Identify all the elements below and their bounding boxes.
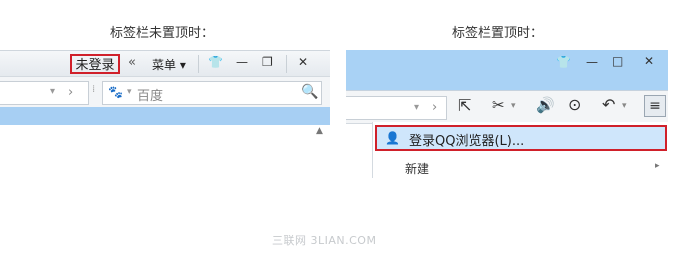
search-placeholder: 百度 — [137, 89, 164, 104]
submenu-arrow-icon: ▸ — [655, 161, 660, 171]
user-icon: 👤 — [385, 131, 400, 145]
tab-bar — [0, 107, 330, 125]
search-input[interactable]: 🐾 ▾ 百度 🔍 — [102, 81, 322, 105]
address-input[interactable]: ▾ › — [346, 96, 447, 120]
title-bar: 未登录 « 菜单 ▾ 👕 — ❐ ✕ — [0, 50, 330, 77]
caption-left: 标签栏未置顶时： — [110, 26, 215, 41]
restore-icon[interactable]: ❐ — [262, 55, 273, 69]
restore-icon[interactable]: □ — [612, 55, 623, 67]
separator — [286, 55, 287, 73]
menu-item-login[interactable]: 👤 登录QQ浏览器(L)... — [375, 125, 667, 151]
toolbar: ▾ › ⇱ ✂ ▾ 🔊 ⊙ ↶ ▾ ≡ — [346, 90, 668, 124]
baidu-paw-icon[interactable]: 🐾 — [108, 86, 123, 98]
minimize-icon[interactable]: — — [236, 55, 248, 69]
dropdown-icon[interactable]: ▾ — [414, 103, 419, 113]
skin-icon[interactable]: 👕 — [208, 55, 223, 69]
close-icon[interactable]: ✕ — [644, 55, 654, 67]
address-row: ▾ › ⁞ 🐾 ▾ 百度 🔍 — [0, 76, 330, 108]
dropdown-icon[interactable]: ▾ — [50, 87, 55, 97]
caret-down-icon: ▾ — [179, 58, 186, 72]
menu-item-new[interactable]: 新建 — [405, 160, 429, 177]
go-forward-icon[interactable]: › — [432, 101, 437, 114]
main-menu-dropdown: 👤 登录QQ浏览器(L)... 新建 ▸ — [372, 122, 669, 178]
title-bar: 👕 — □ ✕ — [346, 50, 668, 90]
separator — [198, 55, 199, 73]
scissors-icon[interactable]: ✂ — [492, 98, 505, 113]
minimize-icon[interactable]: — — [586, 56, 598, 68]
search-icon[interactable]: 🔍 — [301, 85, 318, 99]
engine-dropdown-icon[interactable]: ▾ — [127, 88, 132, 97]
main-menu-icon[interactable]: ≡ — [644, 95, 666, 117]
scroll-up-icon[interactable]: ▲ — [316, 127, 323, 136]
menu-button[interactable]: 菜单 ▾ — [152, 56, 186, 73]
grip-icon: ⁞ — [92, 84, 96, 95]
caret-down-icon[interactable]: ▾ — [622, 102, 627, 111]
page-content: ▲ — [0, 125, 330, 150]
chevron-double-left-icon[interactable]: « — [128, 55, 136, 70]
caret-down-icon[interactable]: ▾ — [511, 102, 516, 111]
caption-right: 标签栏置顶时： — [452, 26, 544, 41]
menu-label: 菜单 — [152, 58, 177, 72]
browser-unpinned-tabs: 未登录 « 菜单 ▾ 👕 — ❐ ✕ ▾ › ⁞ 🐾 ▾ 百度 🔍 ▲ — [0, 50, 330, 150]
browser-pinned-tabs: 👕 — □ ✕ ▾ › ⇱ ✂ ▾ 🔊 ⊙ ↶ ▾ ≡ 👤 登录QQ浏览器(L)… — [346, 50, 669, 178]
menu-item-login-label: 登录QQ浏览器(L)... — [409, 134, 525, 149]
undo-icon[interactable]: ↶ — [602, 97, 615, 113]
download-icon[interactable]: ⊙ — [568, 97, 581, 113]
watermark: 三联网 3LIAN.COM — [272, 234, 377, 247]
share-icon[interactable]: ⇱ — [458, 98, 471, 114]
unlogged-button[interactable]: 未登录 — [70, 54, 120, 74]
close-icon[interactable]: ✕ — [298, 55, 308, 69]
skin-icon[interactable]: 👕 — [556, 56, 571, 68]
go-forward-icon[interactable]: › — [68, 86, 73, 99]
address-input[interactable]: ▾ › — [0, 81, 89, 105]
speaker-icon[interactable]: 🔊 — [536, 98, 555, 113]
